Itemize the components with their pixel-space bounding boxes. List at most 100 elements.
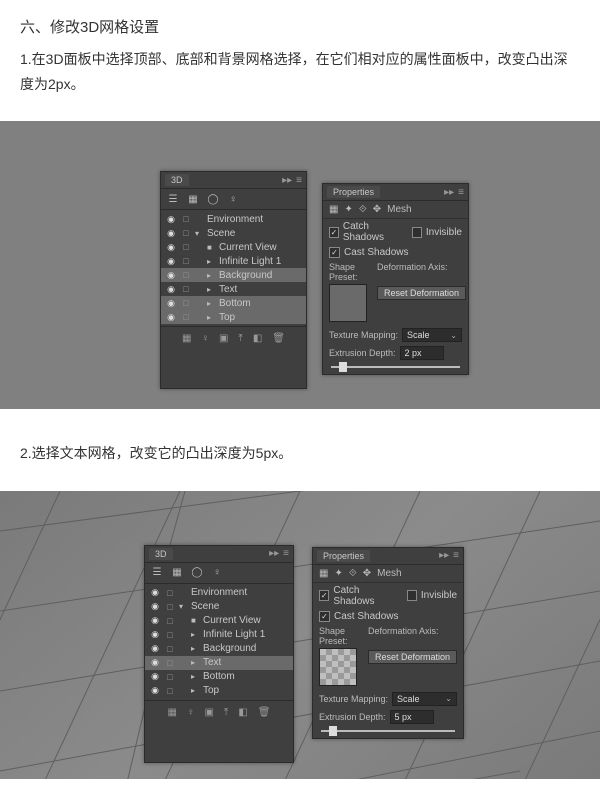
render-icon[interactable]: ⤒ <box>224 707 228 718</box>
3d-tree: ◉□Environment ◉□▾Scene ◉□■Current View ◉… <box>145 584 293 700</box>
mesh-icon[interactable]: ▦ <box>329 204 338 215</box>
visibility-icon[interactable]: ◉ <box>165 214 177 225</box>
mesh-label: Mesh <box>387 204 411 215</box>
filter-all-icon[interactable]: ☰ <box>167 193 179 205</box>
tree-row-scene[interactable]: ◉□▾Scene <box>161 226 306 240</box>
tree-row-top[interactable]: ◉□▸Top <box>161 310 306 324</box>
extrusion-depth-label: Extrusion Depth: <box>329 348 396 358</box>
light-icon[interactable]: ♀ <box>187 707 195 718</box>
properties-tab[interactable]: Properties <box>317 550 370 562</box>
visibility-icon[interactable]: ◉ <box>165 242 177 253</box>
catch-shadows-checkbox[interactable] <box>329 227 339 238</box>
tree-row-scene[interactable]: ◉□▾Scene <box>145 600 293 614</box>
new-icon[interactable]: ◧ <box>238 707 247 718</box>
camera-icon[interactable]: ▣ <box>204 707 213 718</box>
3d-panel-tab[interactable]: 3D <box>149 548 173 560</box>
tree-row-current-view[interactable]: ◉□■Current View <box>161 240 306 254</box>
light-icon[interactable]: ♀ <box>201 333 209 344</box>
texture-mapping-dropdown[interactable]: Scale⌄ <box>392 692 457 706</box>
panel-menu-icon[interactable]: ≡ <box>283 548 289 559</box>
tree-row-environment[interactable]: ◉□Environment <box>161 212 306 226</box>
collapse-icon[interactable]: ▸▸ <box>269 548 279 559</box>
new-icon[interactable]: ◧ <box>253 333 262 344</box>
catch-shadows-label: Catch Shadows <box>343 221 404 243</box>
invisible-label: Invisible <box>426 227 462 238</box>
tree-row-background[interactable]: ◉□▸Background <box>161 268 306 282</box>
extrusion-depth-slider[interactable] <box>331 364 460 370</box>
tree-row-background[interactable]: ◉□▸Background <box>145 642 293 656</box>
tree-row-light[interactable]: ◉□▸Infinite Light 1 <box>161 254 306 268</box>
reset-deformation-button[interactable]: Reset Deformation <box>377 286 466 300</box>
panel-menu-icon[interactable]: ≡ <box>296 175 302 186</box>
collapse-icon[interactable]: ▸▸ <box>439 550 449 561</box>
extrusion-depth-field[interactable]: 2 px <box>400 346 444 360</box>
filter-material-icon[interactable]: ◯ <box>207 193 219 205</box>
reset-deformation-button[interactable]: Reset Deformation <box>368 650 457 664</box>
shape-preset-swatch[interactable] <box>319 648 357 686</box>
extrusion-depth-label: Extrusion Depth: <box>319 712 386 722</box>
filter-mesh-icon[interactable]: ▦ <box>171 567 183 579</box>
filter-all-icon[interactable]: ☰ <box>151 567 163 579</box>
cast-shadows-label: Cast Shadows <box>334 611 398 622</box>
texture-mapping-dropdown[interactable]: Scale⌄ <box>402 328 462 342</box>
3d-tree: ◉□Environment ◉□▾Scene ◉□■Current View ◉… <box>161 210 306 326</box>
visibility-icon[interactable]: ◉ <box>165 298 177 309</box>
texture-icon[interactable]: ▦ <box>168 707 177 718</box>
tree-row-current-view[interactable]: ◉□■Current View <box>145 614 293 628</box>
visibility-icon[interactable]: ◉ <box>165 270 177 281</box>
visibility-icon[interactable]: ◉ <box>165 228 177 239</box>
collapse-icon[interactable]: ▸▸ <box>444 187 454 198</box>
cap-icon[interactable]: ⟐ <box>349 568 357 579</box>
catch-shadows-label: Catch Shadows <box>333 585 398 607</box>
deform-icon[interactable]: ✦ <box>344 204 352 215</box>
visibility-icon[interactable]: ◉ <box>165 284 177 295</box>
panel-menu-icon[interactable]: ≡ <box>453 550 459 561</box>
deformation-axis-label: Deformation Axis: <box>368 626 457 636</box>
filter-light-icon[interactable]: ♀ <box>227 193 239 205</box>
collapse-icon[interactable]: ▸▸ <box>282 175 292 186</box>
step-2-text: 2.选择文本网格，改变它的凸出深度为5px。 <box>20 441 580 466</box>
mesh-label: Mesh <box>377 568 401 579</box>
tree-row-bottom[interactable]: ◉□▸Bottom <box>145 670 293 684</box>
delete-icon[interactable]: 🗑 <box>272 333 285 344</box>
3d-panel-tab[interactable]: 3D <box>165 174 189 186</box>
filter-light-icon[interactable]: ♀ <box>211 567 223 579</box>
panel-menu-icon[interactable]: ≡ <box>458 187 464 198</box>
cast-shadows-checkbox[interactable] <box>319 611 330 622</box>
tree-row-top[interactable]: ◉□▸Top <box>145 684 293 698</box>
properties-panel: Properties ▸▸ ≡ ▦ ✦ ⟐ ✥ Mesh Catch Shadow… <box>322 183 469 375</box>
3d-panel-footer: ▦ ♀ ▣ ⤒ ◧ 🗑 <box>145 700 293 724</box>
coord-icon[interactable]: ✥ <box>373 204 381 215</box>
extrusion-depth-field[interactable]: 5 px <box>390 710 434 724</box>
step-1-text: 1.在3D面板中选择顶部、底部和背景网格选择，在它们相对应的属性面板中，改变凸出… <box>20 47 580 97</box>
properties-tab[interactable]: Properties <box>327 186 380 198</box>
visibility-icon[interactable]: ◉ <box>165 312 177 323</box>
invisible-label: Invisible <box>421 590 457 601</box>
shape-preset-swatch[interactable] <box>329 284 367 322</box>
coord-icon[interactable]: ✥ <box>363 568 371 579</box>
delete-icon[interactable]: 🗑 <box>258 707 271 718</box>
tree-row-text[interactable]: ◉□▸Text <box>161 282 306 296</box>
mesh-icon[interactable]: ▦ <box>319 568 328 579</box>
cap-icon[interactable]: ⟐ <box>359 204 367 215</box>
camera-icon[interactable]: ▣ <box>219 333 228 344</box>
tree-row-environment[interactable]: ◉□Environment <box>145 586 293 600</box>
cast-shadows-checkbox[interactable] <box>329 247 340 258</box>
texture-icon[interactable]: ▦ <box>182 333 191 344</box>
render-icon[interactable]: ⤒ <box>238 333 242 344</box>
filter-material-icon[interactable]: ◯ <box>191 567 203 579</box>
invisible-checkbox[interactable] <box>407 590 417 601</box>
extrusion-depth-slider[interactable] <box>321 728 455 734</box>
invisible-checkbox[interactable] <box>412 227 422 238</box>
properties-type-toolbar: ▦ ✦ ⟐ ✥ Mesh <box>323 201 468 219</box>
deform-icon[interactable]: ✦ <box>334 568 342 579</box>
catch-shadows-checkbox[interactable] <box>319 590 329 601</box>
filter-mesh-icon[interactable]: ▦ <box>187 193 199 205</box>
shape-preset-label: Shape Preset: <box>329 262 367 282</box>
deformation-axis-label: Deformation Axis: <box>377 262 466 272</box>
visibility-icon[interactable]: ◉ <box>165 256 177 267</box>
tree-row-text[interactable]: ◉□▸Text <box>145 656 293 670</box>
3d-filter-toolbar: ☰ ▦ ◯ ♀ <box>161 189 306 210</box>
tree-row-light[interactable]: ◉□▸Infinite Light 1 <box>145 628 293 642</box>
tree-row-bottom[interactable]: ◉□▸Bottom <box>161 296 306 310</box>
